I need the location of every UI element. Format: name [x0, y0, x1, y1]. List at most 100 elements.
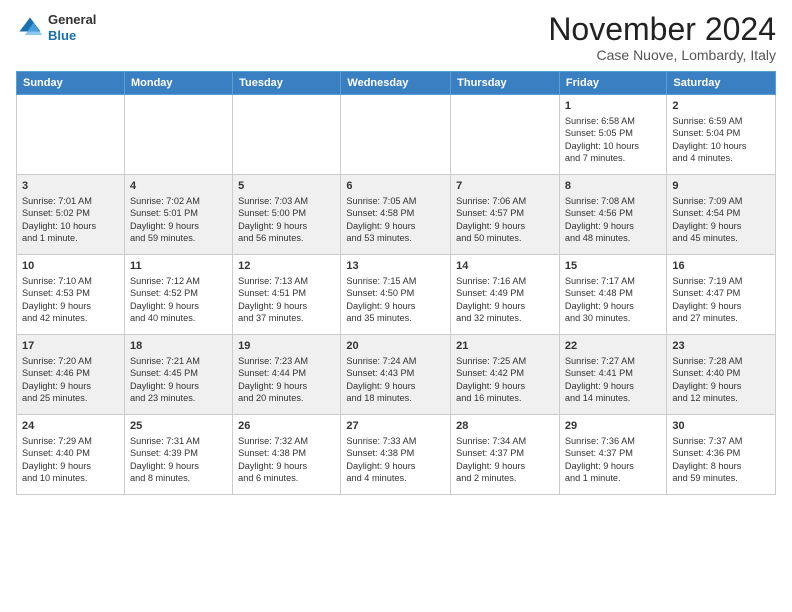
calendar-cell: 29Sunrise: 7:36 AM Sunset: 4:37 PM Dayli… [559, 415, 666, 495]
day-number: 3 [22, 179, 119, 194]
day-number: 20 [346, 339, 445, 354]
calendar-cell: 5Sunrise: 7:03 AM Sunset: 5:00 PM Daylig… [233, 175, 341, 255]
calendar-cell: 4Sunrise: 7:02 AM Sunset: 5:01 PM Daylig… [124, 175, 232, 255]
calendar-cell: 8Sunrise: 7:08 AM Sunset: 4:56 PM Daylig… [559, 175, 666, 255]
weekday-header-monday: Monday [124, 72, 232, 95]
day-number: 10 [22, 259, 119, 274]
calendar-cell: 1Sunrise: 6:58 AM Sunset: 5:05 PM Daylig… [559, 95, 666, 175]
weekday-header-tuesday: Tuesday [233, 72, 341, 95]
calendar-cell: 16Sunrise: 7:19 AM Sunset: 4:47 PM Dayli… [667, 255, 776, 335]
day-info: Sunrise: 7:27 AM Sunset: 4:41 PM Dayligh… [565, 355, 661, 405]
calendar-cell [124, 95, 232, 175]
title-block: November 2024 Case Nuove, Lombardy, Ital… [548, 12, 776, 63]
calendar-table: SundayMondayTuesdayWednesdayThursdayFrid… [16, 71, 776, 495]
day-info: Sunrise: 7:23 AM Sunset: 4:44 PM Dayligh… [238, 355, 335, 405]
day-info: Sunrise: 7:36 AM Sunset: 4:37 PM Dayligh… [565, 435, 661, 485]
day-number: 22 [565, 339, 661, 354]
weekday-header-saturday: Saturday [667, 72, 776, 95]
logo: General Blue [16, 12, 96, 43]
calendar-row-4: 24Sunrise: 7:29 AM Sunset: 4:40 PM Dayli… [17, 415, 776, 495]
day-number: 19 [238, 339, 335, 354]
calendar-row-1: 3Sunrise: 7:01 AM Sunset: 5:02 PM Daylig… [17, 175, 776, 255]
calendar-cell: 28Sunrise: 7:34 AM Sunset: 4:37 PM Dayli… [451, 415, 560, 495]
calendar-cell: 17Sunrise: 7:20 AM Sunset: 4:46 PM Dayli… [17, 335, 125, 415]
day-info: Sunrise: 7:03 AM Sunset: 5:00 PM Dayligh… [238, 195, 335, 245]
day-info: Sunrise: 7:29 AM Sunset: 4:40 PM Dayligh… [22, 435, 119, 485]
day-number: 28 [456, 419, 554, 434]
calendar-cell: 10Sunrise: 7:10 AM Sunset: 4:53 PM Dayli… [17, 255, 125, 335]
day-number: 16 [672, 259, 770, 274]
day-number: 14 [456, 259, 554, 274]
day-info: Sunrise: 7:31 AM Sunset: 4:39 PM Dayligh… [130, 435, 227, 485]
day-number: 6 [346, 179, 445, 194]
calendar-cell: 22Sunrise: 7:27 AM Sunset: 4:41 PM Dayli… [559, 335, 666, 415]
day-info: Sunrise: 7:05 AM Sunset: 4:58 PM Dayligh… [346, 195, 445, 245]
logo-general-text: General [48, 12, 96, 28]
logo-icon [16, 14, 44, 42]
day-info: Sunrise: 7:19 AM Sunset: 4:47 PM Dayligh… [672, 275, 770, 325]
calendar-cell: 3Sunrise: 7:01 AM Sunset: 5:02 PM Daylig… [17, 175, 125, 255]
day-info: Sunrise: 7:25 AM Sunset: 4:42 PM Dayligh… [456, 355, 554, 405]
calendar-cell: 30Sunrise: 7:37 AM Sunset: 4:36 PM Dayli… [667, 415, 776, 495]
logo-blue-text: Blue [48, 28, 96, 44]
day-info: Sunrise: 7:32 AM Sunset: 4:38 PM Dayligh… [238, 435, 335, 485]
day-number: 4 [130, 179, 227, 194]
calendar-cell: 15Sunrise: 7:17 AM Sunset: 4:48 PM Dayli… [559, 255, 666, 335]
day-info: Sunrise: 7:33 AM Sunset: 4:38 PM Dayligh… [346, 435, 445, 485]
day-number: 17 [22, 339, 119, 354]
day-number: 11 [130, 259, 227, 274]
calendar-cell: 21Sunrise: 7:25 AM Sunset: 4:42 PM Dayli… [451, 335, 560, 415]
day-info: Sunrise: 7:20 AM Sunset: 4:46 PM Dayligh… [22, 355, 119, 405]
calendar-cell: 20Sunrise: 7:24 AM Sunset: 4:43 PM Dayli… [341, 335, 451, 415]
calendar-cell [341, 95, 451, 175]
day-number: 1 [565, 99, 661, 114]
day-number: 29 [565, 419, 661, 434]
day-info: Sunrise: 7:16 AM Sunset: 4:49 PM Dayligh… [456, 275, 554, 325]
day-info: Sunrise: 7:08 AM Sunset: 4:56 PM Dayligh… [565, 195, 661, 245]
calendar-cell [451, 95, 560, 175]
weekday-header-row: SundayMondayTuesdayWednesdayThursdayFrid… [17, 72, 776, 95]
day-info: Sunrise: 7:28 AM Sunset: 4:40 PM Dayligh… [672, 355, 770, 405]
calendar-cell: 9Sunrise: 7:09 AM Sunset: 4:54 PM Daylig… [667, 175, 776, 255]
weekday-header-wednesday: Wednesday [341, 72, 451, 95]
calendar-cell: 13Sunrise: 7:15 AM Sunset: 4:50 PM Dayli… [341, 255, 451, 335]
day-number: 2 [672, 99, 770, 114]
weekday-header-friday: Friday [559, 72, 666, 95]
calendar-row-2: 10Sunrise: 7:10 AM Sunset: 4:53 PM Dayli… [17, 255, 776, 335]
calendar-row-0: 1Sunrise: 6:58 AM Sunset: 5:05 PM Daylig… [17, 95, 776, 175]
weekday-header-sunday: Sunday [17, 72, 125, 95]
day-number: 5 [238, 179, 335, 194]
day-number: 30 [672, 419, 770, 434]
calendar-cell: 26Sunrise: 7:32 AM Sunset: 4:38 PM Dayli… [233, 415, 341, 495]
calendar-cell: 6Sunrise: 7:05 AM Sunset: 4:58 PM Daylig… [341, 175, 451, 255]
day-info: Sunrise: 7:15 AM Sunset: 4:50 PM Dayligh… [346, 275, 445, 325]
day-number: 15 [565, 259, 661, 274]
day-number: 21 [456, 339, 554, 354]
day-number: 9 [672, 179, 770, 194]
day-number: 25 [130, 419, 227, 434]
calendar-cell: 23Sunrise: 7:28 AM Sunset: 4:40 PM Dayli… [667, 335, 776, 415]
day-info: Sunrise: 7:34 AM Sunset: 4:37 PM Dayligh… [456, 435, 554, 485]
weekday-header-thursday: Thursday [451, 72, 560, 95]
day-number: 27 [346, 419, 445, 434]
calendar-cell: 14Sunrise: 7:16 AM Sunset: 4:49 PM Dayli… [451, 255, 560, 335]
calendar-cell: 27Sunrise: 7:33 AM Sunset: 4:38 PM Dayli… [341, 415, 451, 495]
day-number: 23 [672, 339, 770, 354]
day-info: Sunrise: 7:06 AM Sunset: 4:57 PM Dayligh… [456, 195, 554, 245]
calendar-row-3: 17Sunrise: 7:20 AM Sunset: 4:46 PM Dayli… [17, 335, 776, 415]
day-number: 18 [130, 339, 227, 354]
day-info: Sunrise: 7:09 AM Sunset: 4:54 PM Dayligh… [672, 195, 770, 245]
calendar-cell: 7Sunrise: 7:06 AM Sunset: 4:57 PM Daylig… [451, 175, 560, 255]
location: Case Nuove, Lombardy, Italy [548, 47, 776, 63]
day-info: Sunrise: 7:12 AM Sunset: 4:52 PM Dayligh… [130, 275, 227, 325]
day-info: Sunrise: 6:59 AM Sunset: 5:04 PM Dayligh… [672, 115, 770, 165]
day-number: 24 [22, 419, 119, 434]
calendar-cell: 25Sunrise: 7:31 AM Sunset: 4:39 PM Dayli… [124, 415, 232, 495]
day-info: Sunrise: 7:37 AM Sunset: 4:36 PM Dayligh… [672, 435, 770, 485]
day-info: Sunrise: 7:21 AM Sunset: 4:45 PM Dayligh… [130, 355, 227, 405]
calendar-cell: 19Sunrise: 7:23 AM Sunset: 4:44 PM Dayli… [233, 335, 341, 415]
day-number: 26 [238, 419, 335, 434]
day-info: Sunrise: 7:10 AM Sunset: 4:53 PM Dayligh… [22, 275, 119, 325]
day-info: Sunrise: 7:02 AM Sunset: 5:01 PM Dayligh… [130, 195, 227, 245]
day-info: Sunrise: 6:58 AM Sunset: 5:05 PM Dayligh… [565, 115, 661, 165]
